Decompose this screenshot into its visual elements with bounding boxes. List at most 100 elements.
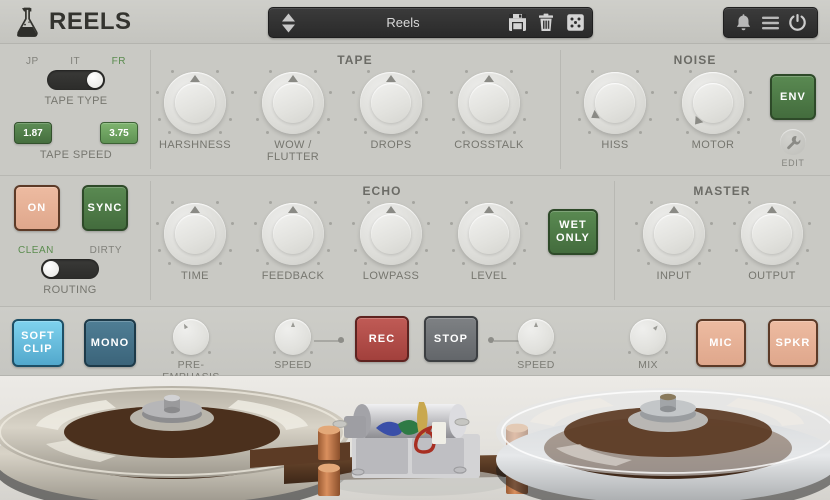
- knob-tick-dot: [171, 70, 174, 73]
- knob-cap: [752, 214, 792, 254]
- knob-tick-dot: [254, 91, 257, 94]
- routing-toggle[interactable]: [41, 259, 99, 279]
- knob-tick-dot: [317, 131, 320, 134]
- edit-button[interactable]: [780, 129, 806, 155]
- mic-button[interactable]: MIC: [696, 319, 746, 367]
- knob-time-dial[interactable]: [164, 203, 226, 265]
- wrench-icon: [786, 135, 801, 150]
- knob-lowpass-dial[interactable]: [360, 203, 422, 265]
- knob-harshness[interactable]: HARSHNESS: [150, 72, 240, 151]
- power-button[interactable]: [785, 11, 810, 35]
- knob-wow-flutter-dial[interactable]: [262, 72, 324, 134]
- save-preset-button[interactable]: [505, 11, 529, 34]
- knob-tick-dot: [229, 118, 232, 121]
- speed-right-control[interactable]: SPEED: [502, 319, 570, 371]
- knob-level-dial[interactable]: [458, 203, 520, 265]
- tape-type-label: TAPE TYPE: [26, 95, 126, 107]
- knob-input-dial[interactable]: [643, 203, 705, 265]
- knob-tick-dot: [796, 262, 799, 265]
- knob-tick-dot: [510, 201, 513, 204]
- echo-sync-button[interactable]: SYNC: [82, 185, 128, 231]
- power-icon: [788, 13, 807, 32]
- knob-tick-dot: [698, 262, 701, 265]
- preset-name[interactable]: Reels: [301, 15, 505, 30]
- knob-tick-dot: [578, 118, 581, 121]
- knob-time[interactable]: TIME: [150, 203, 240, 282]
- mono-button[interactable]: MONO: [84, 319, 136, 367]
- preset-stepper[interactable]: [275, 13, 301, 33]
- knob-motor[interactable]: MOTOR: [668, 72, 758, 151]
- knob-tick-dot: [314, 70, 317, 73]
- knob-hiss-dial[interactable]: [584, 72, 646, 134]
- knob-drops[interactable]: DROPS: [346, 72, 436, 151]
- top-bar: REELS Reels: [0, 0, 830, 44]
- knob-tick-dot: [516, 351, 519, 354]
- env-button[interactable]: ENV: [770, 74, 816, 120]
- knob-hiss[interactable]: HISS: [570, 72, 660, 151]
- knob-cap: [469, 83, 509, 123]
- tape-type-option-jp[interactable]: JP: [26, 56, 39, 67]
- master-panel: MASTER INPUT OUTPUT: [614, 175, 830, 306]
- knob-tick-dot: [327, 118, 330, 121]
- knob-tick-dot: [747, 118, 750, 121]
- wet-only-button[interactable]: WET ONLY: [548, 209, 598, 255]
- speed-left-knob[interactable]: [275, 319, 311, 355]
- knob-crosstalk[interactable]: CROSSTALK: [444, 72, 534, 151]
- knob-motor-dial[interactable]: [682, 72, 744, 134]
- knob-lowpass[interactable]: LOWPASS: [346, 203, 436, 282]
- randomize-preset-button[interactable]: [563, 11, 587, 34]
- tape-speed-1-87-button[interactable]: 1.87: [14, 122, 52, 144]
- routing-option-dirty[interactable]: DIRTY: [90, 245, 122, 256]
- knob-harshness-label: HARSHNESS: [150, 139, 240, 151]
- soft-clip-button[interactable]: SOFT CLIP: [12, 319, 64, 367]
- knob-tick-dot: [576, 91, 579, 94]
- speed-left-control[interactable]: SPEED: [259, 319, 327, 371]
- knob-input[interactable]: INPUT: [629, 203, 719, 282]
- tape-type-toggle[interactable]: [47, 70, 105, 90]
- stop-button[interactable]: STOP: [424, 316, 478, 362]
- knob-tick-dot: [269, 201, 272, 204]
- notifications-button[interactable]: [731, 11, 756, 35]
- knob-crosstalk-dial[interactable]: [458, 72, 520, 134]
- tape-type-option-fr[interactable]: FR: [112, 56, 126, 67]
- knob-tick-dot: [425, 249, 428, 252]
- routing-label: ROUTING: [14, 284, 126, 296]
- knob-tick-dot: [748, 201, 751, 204]
- knob-harshness-dial[interactable]: [164, 72, 226, 134]
- menu-button[interactable]: [758, 11, 783, 35]
- knob-tick-dot: [525, 222, 528, 225]
- pre-emphasis-control[interactable]: PRE-EMPHASIS: [150, 319, 232, 383]
- speed-right-knob[interactable]: [518, 319, 554, 355]
- tape-speed-3-75-button[interactable]: 3.75: [100, 122, 138, 144]
- knob-output[interactable]: OUTPUT: [727, 203, 817, 282]
- knob-wow-flutter[interactable]: WOW / FLUTTER: [248, 72, 338, 163]
- knob-tick-dot: [412, 70, 415, 73]
- knob-wow-flutter-label: WOW / FLUTTER: [248, 139, 338, 163]
- delete-preset-button[interactable]: [534, 11, 558, 34]
- mix-control[interactable]: MIX: [614, 319, 682, 371]
- knob-tick-dot: [749, 91, 752, 94]
- knob-level[interactable]: LEVEL: [444, 203, 534, 282]
- knob-feedback-dial[interactable]: [262, 203, 324, 265]
- rec-button[interactable]: REC: [355, 316, 409, 362]
- knob-tick-dot: [171, 201, 174, 204]
- knob-tick-dot: [733, 222, 736, 225]
- echo-on-button[interactable]: ON: [14, 185, 60, 231]
- tape-type-options: JP IT FR: [26, 56, 126, 67]
- knob-drops-dial[interactable]: [360, 72, 422, 134]
- spkr-button[interactable]: SPKR: [768, 319, 818, 367]
- knob-tick-dot: [806, 249, 809, 252]
- pre-emphasis-knob[interactable]: [173, 319, 209, 355]
- knob-output-dial[interactable]: [741, 203, 803, 265]
- knob-tick-dot: [168, 262, 171, 265]
- knob-tick-dot: [231, 91, 234, 94]
- routing-toggle-knob: [43, 261, 59, 277]
- knob-tick-dot: [465, 70, 468, 73]
- knob-tick-dot: [317, 262, 320, 265]
- knob-tick-dot: [808, 222, 811, 225]
- mix-knob[interactable]: [630, 319, 666, 355]
- routing-option-clean[interactable]: CLEAN: [18, 245, 54, 256]
- knob-time-label: TIME: [150, 270, 240, 282]
- knob-feedback[interactable]: FEEDBACK: [248, 203, 338, 282]
- tape-type-option-it[interactable]: IT: [70, 56, 80, 67]
